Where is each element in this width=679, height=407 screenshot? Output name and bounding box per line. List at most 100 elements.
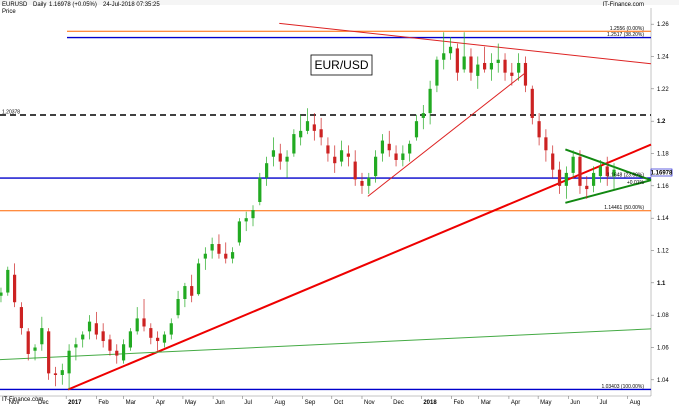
candle-body [585,185,589,190]
candle-body [217,244,221,254]
y-tick-label-11: 1.04 [657,378,669,384]
x-tick-label-3: Feb [98,400,109,406]
candle-body [74,344,78,348]
candle-body [523,62,528,86]
x-tick-label-13: Dec [393,400,404,406]
candle-body [53,373,58,375]
x-tick-label-8: Jul [244,400,252,406]
current-price-label: 1.16978 [651,171,673,177]
candle-body [564,172,568,186]
candle-body [489,62,494,70]
candle-body [183,286,187,299]
candle-body [203,253,207,259]
y-tick-label-4: 1.18 [657,152,669,158]
candle-body [591,172,596,186]
candle-body [60,370,64,375]
candle-body [374,156,378,177]
candle-body [26,331,30,354]
candle-body [530,88,534,118]
candle-body [156,337,160,342]
y-tick-label-7: 1.12 [657,249,669,255]
header-source: IT-Finance.com [603,2,644,8]
candle-body [149,328,153,338]
level-annotation-5: 1.14461 (50.00%) [604,205,644,211]
candle-body [94,323,98,335]
candle-body [380,140,385,154]
candle-1 [6,266,10,296]
candle-19 [128,328,132,351]
candle-body [510,72,514,76]
candle-29 [196,258,201,296]
level-annotation-2: 1.20378 [2,110,20,116]
candle-body [496,59,500,63]
candle-body [265,163,269,178]
candle-35 [237,218,241,246]
header-datetime: 24-Jul-2018 07:35:25 [103,2,160,8]
candle-body [237,221,241,243]
x-tick-label-5: Apr [156,400,165,406]
y-tick-label-1: 1.24 [657,55,669,61]
candle-body [6,269,10,293]
candle-body [115,350,119,356]
candle-body [285,156,289,162]
level-annotation-1: 1.2517 (38.20%) [607,32,644,38]
candle-body [394,153,398,160]
candle-body [271,150,276,157]
candle-body [476,64,480,76]
candle-body [428,88,432,114]
candle-body [162,334,167,343]
x-tick-label-11: Oct [334,400,344,406]
candle-body [224,253,228,259]
x-tick-label-7: Jun [215,400,225,406]
x-tick-label-17: Apr [511,400,520,406]
candle-body [571,156,575,173]
price-label: Price [2,9,16,15]
candle-body [462,56,466,70]
candle-body [33,347,37,351]
x-tick-label-2: 2017 [68,400,82,406]
candle-body [305,121,310,131]
x-tick-label-18: May [540,400,551,406]
candle-body [435,59,439,86]
candle-body [67,350,71,374]
candle-body [557,169,562,186]
candle-body [121,344,126,361]
candle-body [292,134,296,154]
header-quote: 1.16978 (+0.05%) [49,2,97,8]
candle-body [360,180,364,186]
candle-body [101,331,105,342]
candle-body [319,129,323,138]
candle-body [81,334,85,340]
y-tick-label-3: 1.2 [657,119,666,125]
candle-body [19,307,24,329]
y-tick-label-8: 1.1 [657,281,666,287]
candle-body [401,153,405,160]
x-tick-label-0: Nov [9,400,20,406]
x-tick-label-21: Aug [630,400,641,406]
candle-body [244,218,248,222]
candle-body [517,62,521,73]
x-tick-label-12: Nov [364,400,375,406]
candle-body [551,153,555,170]
candle-body [448,46,453,54]
candle-body [339,150,344,162]
x-tick-label-20: Jul [599,400,607,406]
candle-38 [258,172,262,206]
candle-body [578,156,582,186]
candle-body [47,331,51,374]
candle-body [387,143,391,151]
candle-body [598,166,602,177]
candle-body [142,318,146,327]
candle-body [414,121,419,138]
candle-body [312,124,316,131]
candle-body [196,263,201,295]
x-tick-label-6: May [185,400,196,406]
candle-body [87,321,92,332]
y-tick-label-6: 1.14 [657,216,669,222]
candle-body [40,328,44,345]
candle-body [176,299,180,316]
y-tick-label-9: 1.08 [657,313,669,319]
candle-body [469,56,473,73]
candle-body [0,292,3,296]
candle-7 [47,328,51,380]
